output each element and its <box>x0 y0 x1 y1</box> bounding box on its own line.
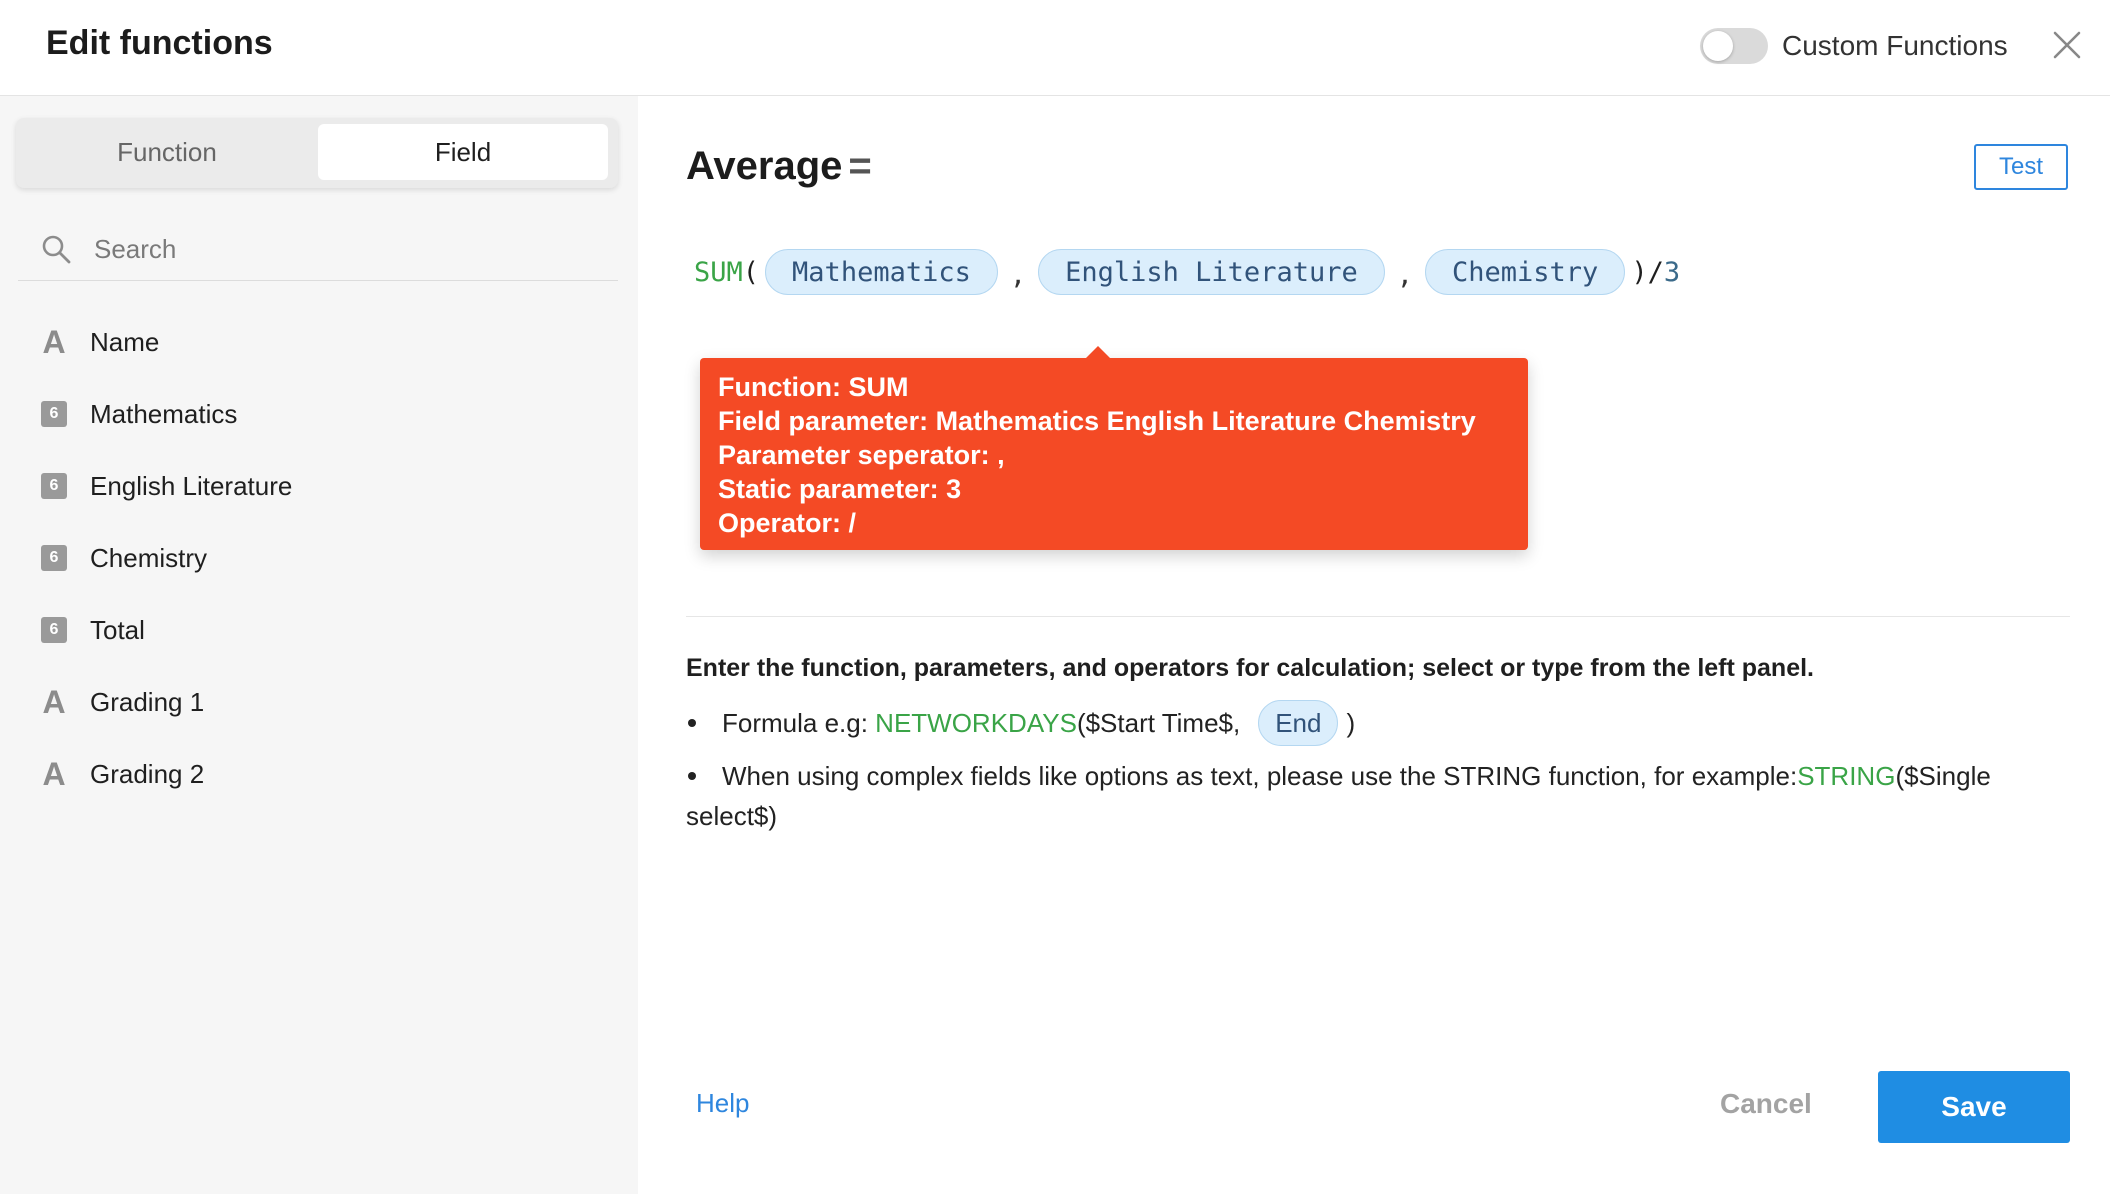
help-link[interactable]: Help <box>696 1088 749 1119</box>
field-sidebar: Function Field A Name 6 Mathematics 6 En… <box>0 96 638 1194</box>
field-item-grading-1[interactable]: A Grading 1 <box>0 666 638 738</box>
field-label: Chemistry <box>90 542 208 573</box>
field-item-grading-2[interactable]: A Grading 2 <box>0 738 638 810</box>
open-paren: ( <box>742 256 760 288</box>
string-function-tip: When using complex fields like options a… <box>686 756 2076 836</box>
custom-functions-toggle[interactable] <box>1700 28 1768 64</box>
cancel-button[interactable]: Cancel <box>1720 1088 1812 1120</box>
tip-function: STRING <box>1797 761 1896 791</box>
text-field-icon: A <box>42 755 66 792</box>
text-field-icon: A <box>42 683 66 720</box>
number-field-icon: 6 <box>41 617 67 643</box>
tooltip-function: Function: SUM <box>718 372 909 402</box>
tab-function[interactable]: Function <box>22 124 312 180</box>
bullet-dot <box>688 772 696 781</box>
divider <box>686 616 2070 617</box>
formula-editor: Average = Test SUM ( Mathematics , Englis… <box>638 96 2110 1194</box>
tab-field[interactable]: Field <box>318 124 608 180</box>
tip-prefix: When using complex fields like options a… <box>722 761 1798 791</box>
example-chip-end: End <box>1258 700 1339 746</box>
field-name: Average <box>686 144 843 188</box>
example-args: ($Start Time$, <box>1076 707 1241 738</box>
field-item-english-literature[interactable]: 6 English Literature <box>0 450 638 522</box>
example-formula: Formula e.g: NETWORKDAYS ($Start Time$, … <box>686 700 1355 746</box>
field-item-name[interactable]: A Name <box>0 306 638 378</box>
search-input[interactable] <box>92 232 596 266</box>
field-label: Mathematics <box>90 398 238 429</box>
static-parameter: 3 <box>1663 256 1681 288</box>
field-label: Total <box>90 614 145 645</box>
close-paren-operator: )/ <box>1631 256 1664 288</box>
field-name-heading: Average = <box>686 144 872 189</box>
instruction-text: Enter the function, parameters, and oper… <box>686 654 1815 682</box>
tooltip-operator: Operator: / <box>718 508 857 538</box>
field-item-chemistry[interactable]: 6 Chemistry <box>0 522 638 594</box>
field-item-total[interactable]: 6 Total <box>0 594 638 666</box>
param-separator: , <box>1009 259 1027 291</box>
field-label: Grading 2 <box>90 758 205 789</box>
search-bar <box>18 218 618 281</box>
formula-input[interactable]: SUM ( Mathematics , English Literature ,… <box>694 248 1680 296</box>
tooltip-separator: Parameter seperator: , <box>718 440 1005 470</box>
toggle-knob <box>1703 31 1733 61</box>
text-field-icon: A <box>42 323 66 360</box>
custom-functions-toggle-group: Custom Functions <box>1700 26 2008 66</box>
formula-function: SUM <box>694 256 743 288</box>
number-field-icon: 6 <box>41 473 67 499</box>
example-prefix: Formula e.g: <box>722 707 876 738</box>
tooltip-static-param: Static parameter: 3 <box>718 474 962 504</box>
sidebar-tabs: Function Field <box>16 118 618 188</box>
dialog-title: Edit functions <box>46 24 273 62</box>
field-item-mathematics[interactable]: 6 Mathematics <box>0 378 638 450</box>
test-button[interactable]: Test <box>1974 144 2068 190</box>
param-chip-mathematics[interactable]: Mathematics <box>765 249 998 295</box>
param-separator: , <box>1396 259 1413 291</box>
save-button[interactable]: Save <box>1878 1071 2070 1143</box>
formula-tooltip: Function: SUM Field parameter: Mathemati… <box>700 346 1528 550</box>
param-chip-english-literature[interactable]: English Literature <box>1038 249 1385 295</box>
number-field-icon: 6 <box>41 545 67 571</box>
example-suffix: ) <box>1346 707 1356 738</box>
tooltip-field-params: Field parameter: Mathematics English Lit… <box>718 406 1476 436</box>
example-function: NETWORKDAYS <box>875 707 1077 738</box>
bullet-dot <box>688 719 696 727</box>
dialog-header: Edit functions Custom Functions <box>0 0 2110 96</box>
field-list: A Name 6 Mathematics 6 English Literatur… <box>0 306 638 810</box>
custom-functions-label: Custom Functions <box>1782 30 2008 61</box>
close-icon[interactable] <box>2050 28 2084 62</box>
field-label: English Literature <box>90 470 293 501</box>
field-label: Grading 1 <box>90 686 205 717</box>
search-icon <box>42 235 71 264</box>
param-chip-chemistry[interactable]: Chemistry <box>1425 249 1626 295</box>
field-label: Name <box>90 326 160 357</box>
number-field-icon: 6 <box>41 401 67 427</box>
equals-sign: = <box>848 144 872 188</box>
